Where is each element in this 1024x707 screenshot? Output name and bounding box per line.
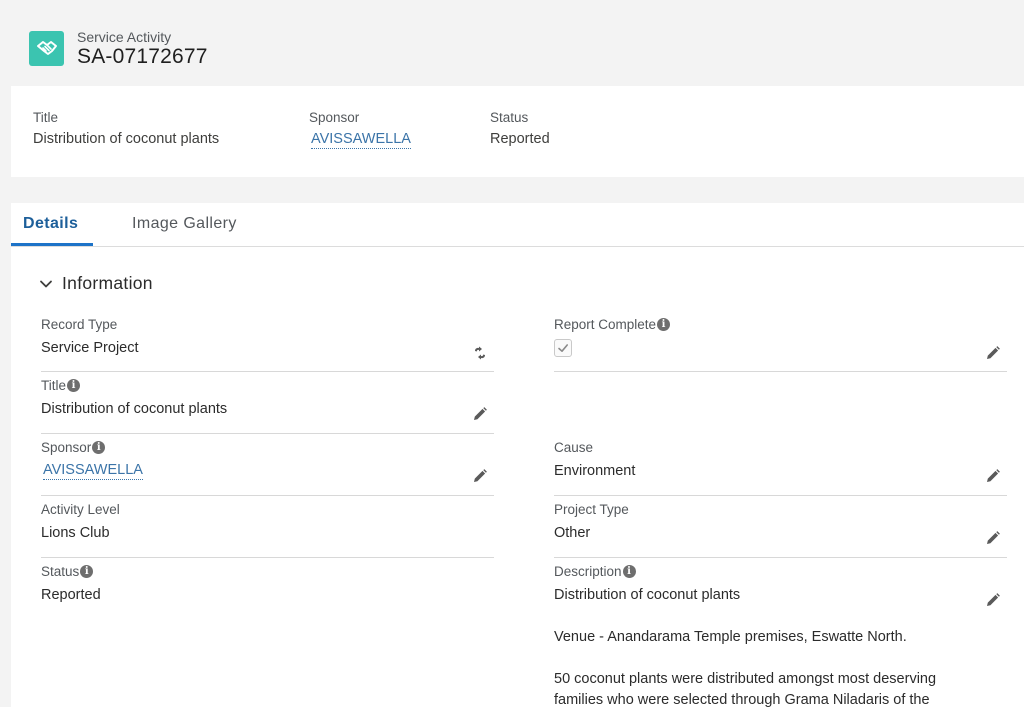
field-report-complete: Report Complete i (554, 317, 671, 357)
highlight-sponsor-label: Sponsor (309, 110, 360, 125)
highlight-status-value: Reported (490, 131, 550, 147)
field-label-text: Title (41, 378, 67, 393)
field-value: Other (554, 525, 591, 541)
field-value: Service Project (41, 340, 139, 356)
field-label: Status i (41, 564, 101, 579)
field-label: Record Type (41, 317, 118, 332)
divider (41, 371, 494, 372)
report-complete-checkbox (554, 339, 572, 357)
field-label: Cause (554, 440, 594, 455)
field-label: Report Complete i (554, 317, 671, 332)
field-value: Distribution of coconut plants (41, 401, 228, 417)
field-activity-level: Activity Level Lions Club (41, 502, 120, 544)
object-type-label: Service Activity (77, 29, 172, 45)
record-header: Service Activity SA-07172677 (0, 0, 1024, 86)
active-tab-indicator (11, 243, 93, 246)
highlight-status-label: Status (490, 110, 529, 125)
field-label: Title i (41, 378, 227, 393)
field-description: Description i Distribution of coconut pla… (554, 564, 974, 707)
highlights-panel: Title Distribution of coconut plants Spo… (11, 86, 1024, 177)
info-icon[interactable]: i (657, 318, 671, 331)
checkmark-icon (558, 344, 568, 352)
edit-pencil-icon[interactable] (472, 468, 488, 484)
field-project-type: Project Type Other (554, 502, 629, 544)
change-record-type-icon[interactable] (472, 345, 488, 361)
highlight-sponsor: Sponsor AVISSAWELLA (309, 110, 411, 149)
highlight-title-label: Title (33, 110, 59, 125)
divider (554, 495, 1007, 496)
info-icon[interactable]: i (92, 441, 106, 454)
tab-image-gallery[interactable]: Image Gallery (132, 215, 237, 233)
highlight-status: Status Reported (490, 110, 550, 147)
field-value: Lions Club (41, 525, 110, 541)
info-icon[interactable]: i (67, 379, 81, 392)
edit-pencil-icon[interactable] (985, 468, 1001, 484)
divider (554, 371, 1007, 372)
description-paragraph: Distribution of coconut plants (554, 587, 741, 603)
description-paragraph: 50 coconut plants were distributed among… (554, 671, 937, 707)
divider (41, 433, 494, 434)
handshake-icon (29, 31, 64, 66)
divider (41, 495, 494, 496)
field-value: Environment (554, 463, 636, 479)
edit-pencil-icon[interactable] (985, 345, 1001, 361)
highlight-title: Title Distribution of coconut plants (33, 110, 219, 147)
field-value: Reported (41, 587, 101, 603)
divider (554, 557, 1007, 558)
divider (41, 557, 494, 558)
details-card: Details Image Gallery Information Record… (11, 203, 1024, 707)
info-icon[interactable]: i (80, 565, 94, 578)
description-paragraph: Venue - Anandarama Temple premises, Eswa… (554, 629, 907, 645)
field-label: Project Type (554, 502, 629, 517)
section-title: Information (62, 273, 153, 293)
field-status: Status i Reported (41, 564, 101, 606)
field-label: Activity Level (41, 502, 120, 517)
tab-bar: Details Image Gallery (11, 203, 1024, 247)
highlight-title-value: Distribution of coconut plants (33, 131, 220, 147)
field-title: Title i Distribution of coconut plants (41, 378, 227, 420)
tab-details[interactable]: Details (23, 215, 78, 233)
edit-pencil-icon[interactable] (472, 406, 488, 422)
field-label: Description i (554, 564, 974, 579)
record-name: SA-07172677 (77, 45, 208, 68)
field-label-text: Status (41, 564, 80, 579)
field-label-text: Sponsor (41, 440, 92, 455)
field-sponsor: Sponsor i AVISSAWELLA (41, 440, 143, 480)
field-label-text: Description (554, 564, 622, 579)
highlight-sponsor-link[interactable]: AVISSAWELLA (311, 131, 411, 149)
field-label-text: Report Complete (554, 317, 657, 332)
edit-pencil-icon[interactable] (985, 530, 1001, 546)
field-label: Sponsor i (41, 440, 143, 455)
info-icon[interactable]: i (622, 565, 636, 578)
field-record-type: Record Type Service Project (41, 317, 139, 359)
section-header-information[interactable]: Information (39, 273, 153, 294)
edit-pencil-icon[interactable] (985, 592, 1001, 608)
field-cause: Cause Environment (554, 440, 635, 482)
chevron-down-icon (40, 280, 52, 287)
sponsor-link[interactable]: AVISSAWELLA (43, 462, 143, 480)
